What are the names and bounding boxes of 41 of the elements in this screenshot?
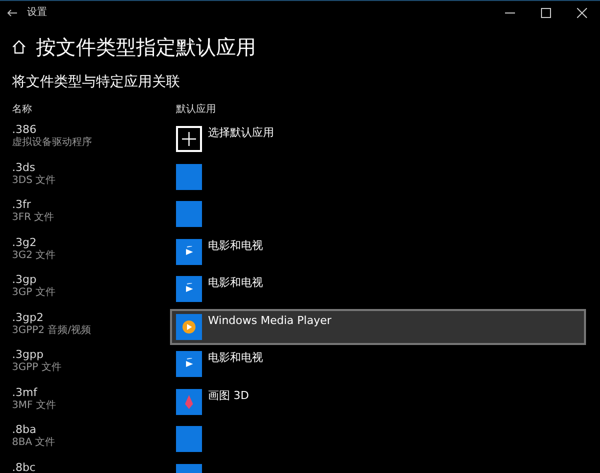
play-tile-icon	[176, 351, 202, 377]
column-header: 默认应用	[176, 102, 216, 117]
back-icon[interactable]	[7, 8, 17, 16]
file-extension: .3mf	[12, 386, 38, 398]
file-extension: .8ba	[12, 423, 38, 436]
app-tile-icon	[176, 201, 202, 227]
default-app-button[interactable]: Windows Media Player	[170, 308, 586, 344]
file-extension: .386	[12, 123, 38, 136]
file-extension: .3g2	[12, 236, 38, 248]
default-app-button[interactable]: 画图 3D	[170, 384, 586, 420]
default-app-button[interactable]: 电影和电视	[170, 271, 586, 307]
section-heading: 将文件类型与特定应用关联	[11, 73, 181, 92]
media-player-icon	[176, 314, 202, 340]
file-extension: .8bc	[12, 460, 37, 473]
app-tile-icon	[176, 164, 202, 190]
paint-tile-icon	[176, 388, 202, 414]
plus-icon	[176, 126, 202, 152]
file-type-description: 3GP 文件	[12, 286, 56, 299]
file-extension: .3fr	[12, 198, 32, 211]
file-type-description: 3MF 文件	[12, 398, 57, 412]
default-app-button[interactable]: 电影和电视	[170, 234, 586, 270]
file-type-description: 3GPP 文件	[12, 361, 62, 374]
default-app-button[interactable]: 电影和电视	[170, 346, 586, 382]
home-icon[interactable]	[12, 40, 26, 54]
file-extension: .3gp2	[12, 310, 44, 324]
file-type-description: 3FR 文件	[12, 211, 56, 224]
page-title: 按文件类型指定默认应用	[36, 34, 256, 61]
window-title: 设置	[27, 6, 47, 20]
file-extension: .3ds	[12, 160, 36, 174]
file-type-description: 3GPP2 音频/视频	[12, 324, 92, 336]
file-extension: .3gpp	[12, 348, 44, 361]
file-type-description: 虚拟设备驱动程序	[12, 136, 93, 149]
file-extension: .3gp	[12, 273, 38, 286]
default-app-button[interactable]: 选择默认应用	[170, 121, 586, 157]
file-type-description: 8BA 文件	[12, 436, 56, 449]
play-tile-icon	[176, 276, 202, 302]
play-tile-icon	[176, 238, 202, 264]
column-header: 名称	[11, 103, 33, 117]
app-tile-icon	[176, 426, 202, 452]
file-type-description: 3G2 文件	[12, 248, 57, 262]
file-type-description: 3DS 文件	[12, 174, 57, 186]
